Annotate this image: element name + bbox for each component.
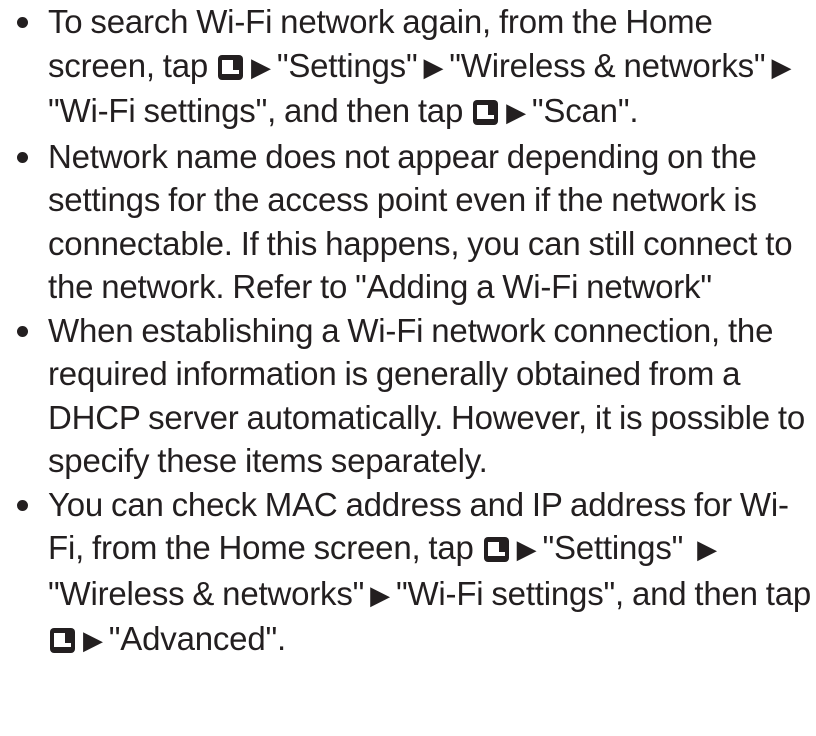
bullet-text: "Wi-Fi settings", and then tap [395,574,812,612]
arrow-right-icon: ▶ [251,51,271,82]
arrow-right-icon: ▶ [516,534,537,564]
arrow-right-icon: ▶ [771,51,792,82]
bullet-text: Network name does not appear depending o… [48,137,793,306]
arrow-right-icon: ▶ [423,51,444,82]
bullet-item-mac-ip: You can check MAC address and IP address… [0,483,816,663]
menu-key-icon [218,54,244,80]
bullet-text: "Settings" [542,529,684,566]
menu-key-icon [483,537,509,562]
arrow-right-icon: ▶ [697,534,717,564]
menu-key-icon [50,628,75,653]
bullet-item-dhcp: When establishing a Wi-Fi network connec… [0,309,816,483]
bullet-text: When establishing a Wi-Fi network connec… [48,311,805,480]
bullet-text: "Scan". [531,92,639,129]
bullet-text: "Settings" [276,46,418,84]
bullet-list: To search Wi-Fi network again, from the … [0,0,816,663]
menu-key-icon [473,100,499,125]
arrow-right-icon: ▶ [370,579,390,610]
bullet-item-network-name: Network name does not appear depending o… [0,135,816,309]
manual-page: To search Wi-Fi network again, from the … [0,0,816,736]
arrow-right-icon: ▶ [506,97,526,127]
arrow-right-icon: ▶ [83,625,103,655]
bullet-text: "Advanced". [108,620,286,657]
bullet-text: "Wireless & networks" [449,46,766,84]
bullet-item-search-wifi: To search Wi-Fi network again, from the … [0,0,816,135]
bullet-text: "Wi-Fi settings", and then tap [48,92,464,129]
bullet-text: "Wireless & networks" [48,574,365,612]
